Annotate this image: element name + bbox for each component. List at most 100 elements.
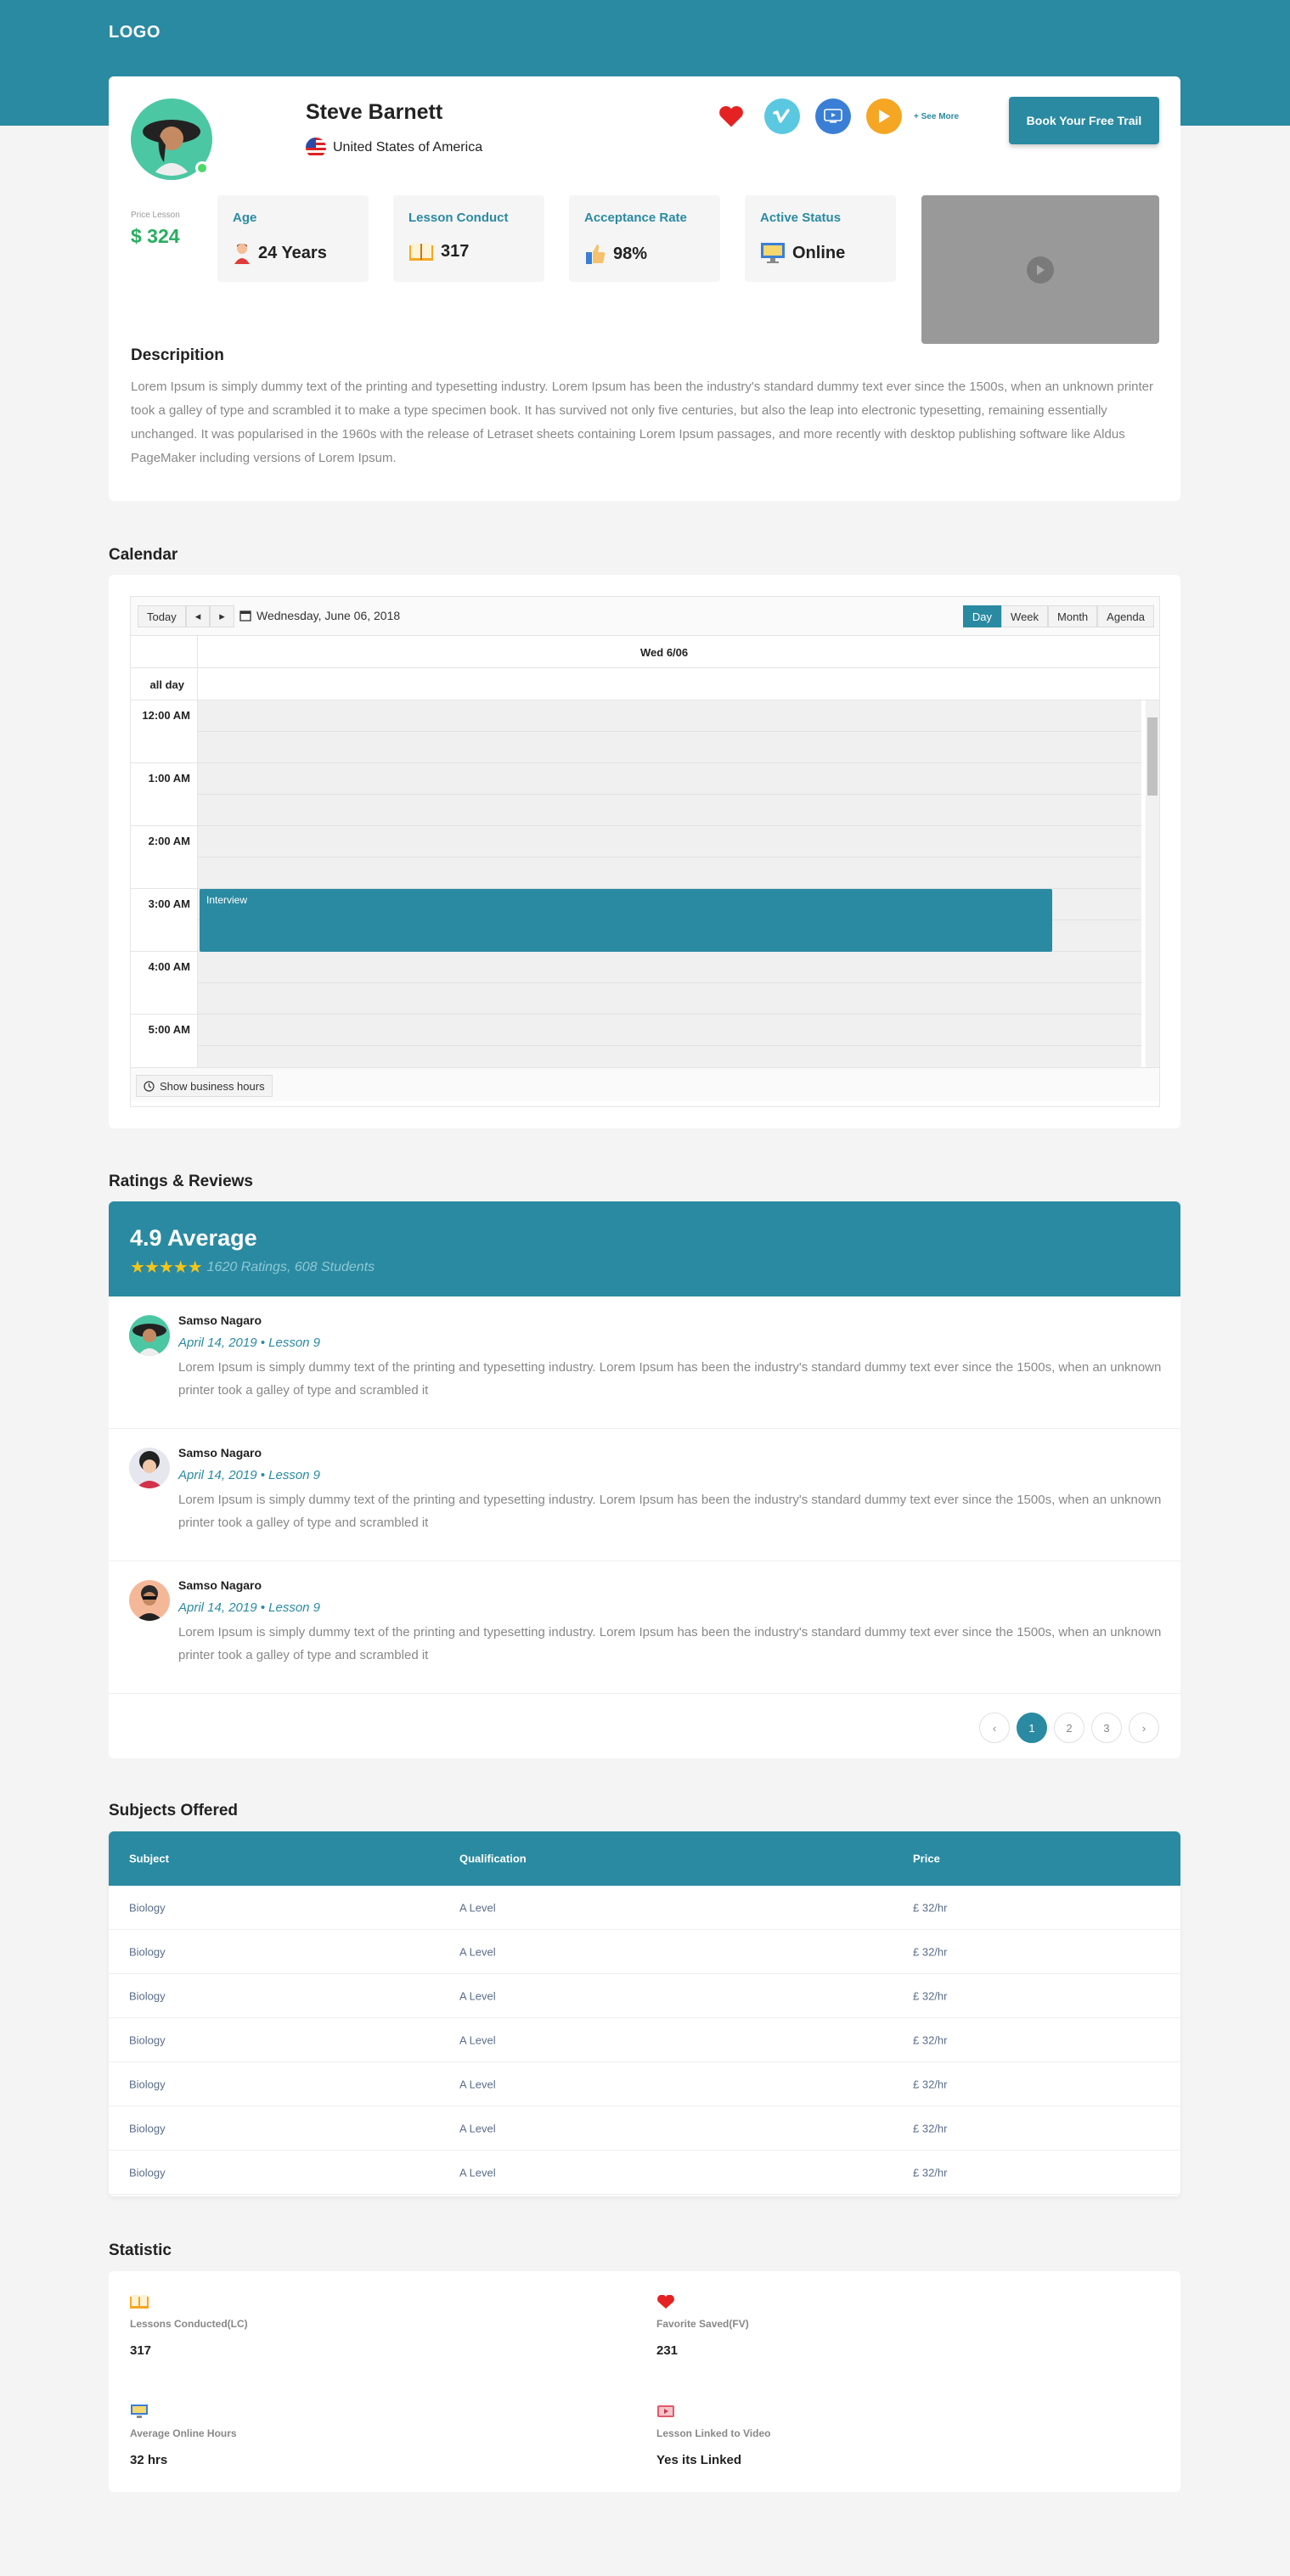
subjects-table: Subject Qualification Price Biology A Lev… xyxy=(109,1831,1180,2196)
heart-icon[interactable] xyxy=(713,98,749,134)
description-text: Lorem Ipsum is simply dummy text of the … xyxy=(131,380,1154,465)
reviewer-name: Samso Nagaro xyxy=(178,1446,262,1460)
stat-age: Age 24 Years xyxy=(217,195,369,282)
review-item: Samso Nagaro April 14, 2019 • Lesson 9 L… xyxy=(109,1561,1180,1694)
video-icon xyxy=(657,2405,674,2417)
stat-label: Lesson Conduct xyxy=(408,211,509,225)
stat-label: Lesson Linked to Video xyxy=(656,2427,771,2439)
cell-subject: Biology xyxy=(129,1901,166,1914)
clock-icon xyxy=(144,1080,155,1092)
cell-price: £ 32/hr xyxy=(913,1901,948,1914)
reviews-heading: Ratings & Reviews xyxy=(109,1173,253,1190)
reviewer-name: Samso Nagaro xyxy=(178,1313,262,1327)
page-button[interactable]: 1 xyxy=(1017,1713,1047,1743)
table-row: Biology A Level £ 32/hr xyxy=(109,2018,1180,2062)
table-row: Biology A Level £ 32/hr xyxy=(109,2062,1180,2106)
stat-label: Lessons Conducted(LC) xyxy=(130,2318,248,2330)
today-button[interactable]: Today xyxy=(138,605,186,627)
view-week-button[interactable]: Week xyxy=(1001,605,1049,627)
see-more-link[interactable]: + See More xyxy=(914,112,959,121)
hour-label: 4:00 AM xyxy=(148,960,190,973)
view-day-button[interactable]: Day xyxy=(962,605,1002,627)
intro-video[interactable] xyxy=(921,195,1159,344)
calendar-date[interactable]: Wednesday, June 06, 2018 xyxy=(239,609,400,622)
hour-label: 1:00 AM xyxy=(148,772,190,785)
video-play-icon[interactable] xyxy=(1027,256,1054,284)
table-header: Subject Qualification Price xyxy=(109,1831,1180,1886)
hour-row[interactable]: 2:00 AM xyxy=(131,826,1141,889)
stat-value: 24 Years xyxy=(258,243,327,262)
cell-qualification: A Level xyxy=(459,2166,496,2179)
view-month-button[interactable]: Month xyxy=(1048,605,1098,627)
scrollbar-thumb[interactable] xyxy=(1147,717,1158,796)
cell-qualification: A Level xyxy=(459,2122,496,2134)
profile-card: Steve Barnett United States of America +… xyxy=(109,76,1180,501)
book-free-trial-button[interactable]: Book Your Free Trail xyxy=(1009,97,1159,144)
calendar-event[interactable]: Interview xyxy=(200,889,1052,952)
time-grid[interactable]: 12:00 AM 1:00 AM 2:00 AM 3:00 AM 4:00 AM… xyxy=(131,700,1159,1067)
stat-average-online-hours: Average Online Hours 32 hrs xyxy=(130,2404,470,2467)
stat-active-status: Active Status Online xyxy=(745,195,896,282)
cell-subject: Biology xyxy=(129,2122,166,2134)
social-links: + See More xyxy=(713,98,959,134)
rating-counts: 1620 Ratings, 608 Students xyxy=(206,1259,375,1274)
stat-label: Average Online Hours xyxy=(130,2427,237,2439)
column-header: Qualification xyxy=(459,1852,527,1865)
calendar-view-switcher: Day Week Month Agenda xyxy=(962,605,1154,627)
prev-button[interactable]: ◂ xyxy=(185,605,211,627)
logo[interactable]: LOGO xyxy=(109,23,161,42)
hour-row[interactable]: 5:00 AM xyxy=(131,1015,1141,1067)
calendar-toolbar: Today ◂ ▸ Wednesday, June 06, 2018 Day W… xyxy=(131,597,1159,636)
media-screen-icon[interactable] xyxy=(815,98,851,134)
stat-value: 231 xyxy=(656,2343,679,2358)
review-item: Samso Nagaro April 14, 2019 • Lesson 9 L… xyxy=(109,1296,1180,1429)
reviewer-name: Samso Nagaro xyxy=(178,1578,262,1592)
stat-acceptance-rate: Acceptance Rate 98% xyxy=(569,195,720,282)
view-agenda-button[interactable]: Agenda xyxy=(1097,605,1154,627)
hour-row[interactable]: 12:00 AM xyxy=(131,700,1141,763)
stat-label: Active Status xyxy=(760,211,842,225)
chevron-right-icon[interactable]: › xyxy=(1129,1713,1159,1743)
cell-price: £ 32/hr xyxy=(913,1989,948,2002)
all-day-row[interactable]: all day xyxy=(131,668,1159,700)
profile-country: United States of America xyxy=(306,138,482,158)
stat-value: Online xyxy=(792,243,846,262)
cell-subject: Biology xyxy=(129,2078,166,2090)
hour-label: 3:00 AM xyxy=(148,897,190,910)
cell-qualification: A Level xyxy=(459,1989,496,2002)
book-icon xyxy=(130,2295,149,2309)
stat-favorite-saved: Favorite Saved(FV) 231 xyxy=(656,2294,996,2358)
cell-qualification: A Level xyxy=(459,1945,496,1958)
page-button[interactable]: 2 xyxy=(1054,1713,1084,1743)
cell-subject: Biology xyxy=(129,2033,166,2046)
business-hours-label: Show business hours xyxy=(160,1079,265,1093)
stat-lesson-linked-video: Lesson Linked to Video Yes its Linked xyxy=(656,2404,996,2467)
review-text: Lorem Ipsum is simply dummy text of the … xyxy=(178,1360,1162,1398)
table-row: Biology A Level £ 32/hr xyxy=(109,2151,1180,2195)
calendar-heading: Calendar xyxy=(109,546,178,564)
play-icon[interactable] xyxy=(866,98,902,134)
star-rating: ★★★★★ xyxy=(130,1258,203,1277)
cell-qualification: A Level xyxy=(459,2033,496,2046)
description-title: Descripition xyxy=(131,346,224,364)
hour-row[interactable]: 1:00 AM xyxy=(131,763,1141,826)
chevron-left-icon[interactable]: ‹ xyxy=(979,1713,1010,1743)
review-text: Lorem Ipsum is simply dummy text of the … xyxy=(178,1625,1162,1662)
person-icon xyxy=(234,244,250,264)
calendar-scrollbar[interactable] xyxy=(1146,700,1159,1067)
show-business-hours-button[interactable]: Show business hours xyxy=(136,1075,273,1097)
vimeo-icon[interactable] xyxy=(764,98,800,134)
stat-label: Acceptance Rate xyxy=(584,211,687,225)
hour-label: 2:00 AM xyxy=(148,835,190,847)
cell-subject: Biology xyxy=(129,2166,166,2179)
page-button[interactable]: 3 xyxy=(1091,1713,1122,1743)
next-button[interactable]: ▸ xyxy=(210,605,234,627)
stat-value: 32 hrs xyxy=(130,2453,168,2467)
stat-lessons-conducted: Lessons Conducted(LC) 317 xyxy=(130,2295,470,2358)
stat-lesson-conduct: Lesson Conduct 317 xyxy=(393,195,544,282)
reviews-card: 4.9 Average ★★★★★ 1620 Ratings, 608 Stud… xyxy=(109,1201,1180,1758)
cell-qualification: A Level xyxy=(459,2078,496,2090)
monitor-icon xyxy=(131,2404,148,2418)
calendar-widget: Today ◂ ▸ Wednesday, June 06, 2018 Day W… xyxy=(130,596,1160,1107)
hour-row[interactable]: 4:00 AM xyxy=(131,952,1141,1015)
